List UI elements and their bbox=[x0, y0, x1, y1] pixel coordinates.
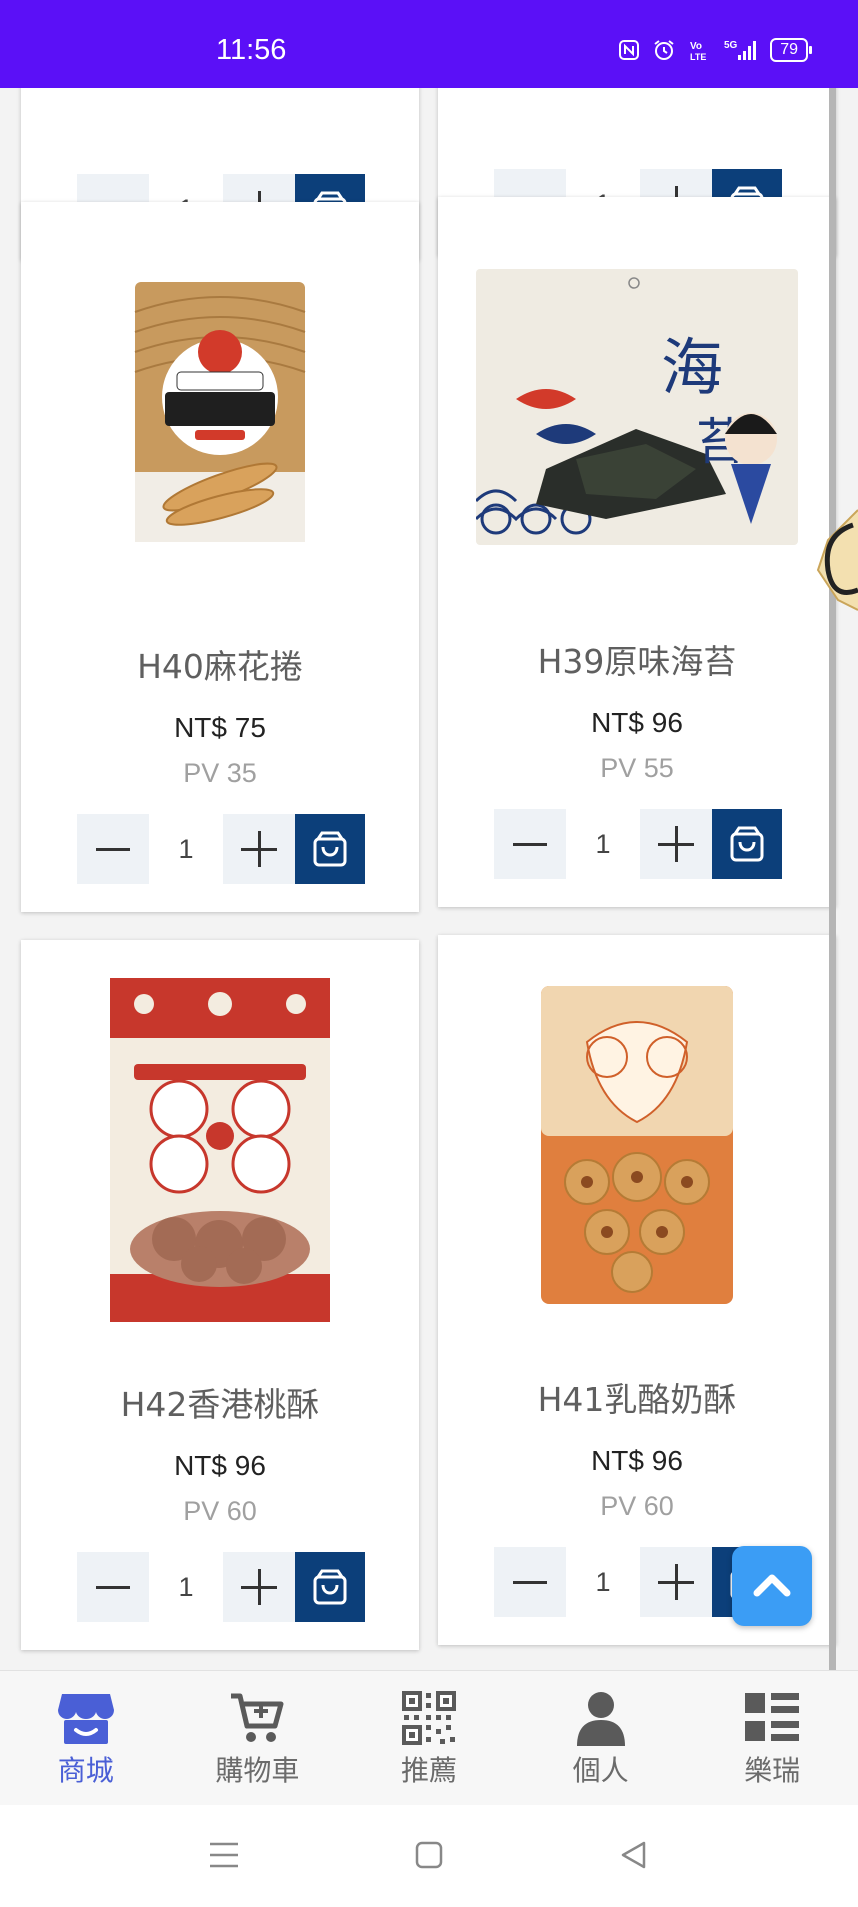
plus-icon bbox=[257, 1569, 261, 1605]
product-image-walnut-cookie-icon bbox=[110, 978, 330, 1322]
product-image[interactable] bbox=[438, 935, 836, 1355]
battery-indicator: 79 bbox=[770, 38, 812, 62]
menu-icon[interactable] bbox=[204, 1835, 244, 1875]
status-bar: 11:56 Vo LTE 5G 79 bbox=[0, 0, 858, 88]
scrollbar[interactable] bbox=[829, 88, 836, 1670]
product-pv: PV 55 bbox=[600, 753, 674, 783]
product-price: NT$ 96 bbox=[591, 707, 683, 738]
nav-item-recommend[interactable]: 推薦 bbox=[343, 1671, 515, 1805]
nav-label: 購物車 bbox=[215, 1754, 300, 1787]
add-to-cart-button[interactable] bbox=[295, 814, 365, 884]
scroll-to-top-button[interactable] bbox=[732, 1546, 812, 1626]
product-price: NT$ 96 bbox=[591, 1445, 683, 1476]
paperclip-icon[interactable] bbox=[808, 500, 858, 620]
product-name[interactable]: H40麻花捲 bbox=[21, 640, 419, 688]
product-price: NT$ 96 bbox=[174, 1450, 266, 1481]
nav-item-lerui[interactable]: 樂瑞 bbox=[686, 1671, 858, 1805]
quantity-control: 1 bbox=[77, 814, 365, 884]
plus-icon bbox=[257, 831, 261, 867]
minus-icon bbox=[96, 1585, 130, 1589]
product-image-cheese-cookie-icon bbox=[541, 986, 733, 1304]
product-image[interactable]: 海 苔 bbox=[438, 197, 836, 617]
product-card[interactable]: H41乳酪奶酥 NT$ 96 PV 60 1 bbox=[438, 935, 836, 1645]
increase-button[interactable] bbox=[223, 1552, 295, 1622]
quantity-value[interactable]: 1 bbox=[149, 814, 223, 884]
quantity-value[interactable]: 1 bbox=[566, 809, 640, 879]
product-card[interactable]: 海 苔 H39原味海苔 NT$ 96 PV 55 1 bbox=[438, 197, 836, 907]
decrease-button[interactable] bbox=[494, 1547, 566, 1617]
chevron-up-icon bbox=[753, 1574, 791, 1597]
minus-icon bbox=[513, 1580, 547, 1584]
home-icon[interactable] bbox=[409, 1835, 449, 1875]
product-image[interactable] bbox=[21, 202, 419, 622]
alarm-icon bbox=[654, 40, 674, 60]
product-pv: PV 60 bbox=[600, 1491, 674, 1521]
product-card[interactable]: H42香港桃酥 NT$ 96 PV 60 1 bbox=[21, 940, 419, 1650]
status-icons: Vo LTE 5G 79 bbox=[618, 38, 812, 62]
5g-signal-icon: 5G bbox=[724, 40, 757, 60]
plus-icon bbox=[674, 1564, 678, 1600]
volte-icon: VoLTE bbox=[690, 41, 706, 62]
store-icon bbox=[56, 1689, 116, 1747]
svg-text:5G: 5G bbox=[724, 40, 738, 51]
product-price: NT$ 75 bbox=[174, 712, 266, 743]
nav-label: 商城 bbox=[57, 1754, 114, 1787]
quantity-value[interactable]: 1 bbox=[149, 1552, 223, 1622]
grid-list-icon bbox=[742, 1689, 802, 1747]
shopping-bag-icon bbox=[313, 831, 347, 867]
increase-button[interactable] bbox=[640, 809, 712, 879]
product-name[interactable]: H39原味海苔 bbox=[438, 635, 836, 683]
product-image[interactable] bbox=[21, 940, 419, 1360]
nfc-icon bbox=[619, 40, 640, 60]
svg-text:海: 海 bbox=[661, 331, 723, 404]
decrease-button[interactable] bbox=[77, 814, 149, 884]
decrease-button[interactable] bbox=[77, 1552, 149, 1622]
product-card[interactable]: H40麻花捲 NT$ 75 PV 35 1 bbox=[21, 202, 419, 912]
qr-code-icon bbox=[399, 1689, 459, 1747]
nav-label: 樂瑞 bbox=[744, 1754, 801, 1787]
svg-text:LTE: LTE bbox=[690, 52, 706, 62]
increase-button[interactable] bbox=[223, 814, 295, 884]
product-name[interactable]: H41乳酪奶酥 bbox=[438, 1373, 836, 1421]
product-image-seaweed-icon: 海 苔 bbox=[476, 269, 798, 545]
product-pv: PV 60 bbox=[183, 1496, 257, 1526]
system-navigation-bar bbox=[0, 1805, 858, 1907]
minus-icon bbox=[96, 847, 130, 851]
nav-item-profile[interactable]: 個人 bbox=[515, 1671, 687, 1805]
svg-text:Vo: Vo bbox=[690, 41, 702, 52]
decrease-button[interactable] bbox=[494, 809, 566, 879]
product-grid[interactable]: 1 1 bbox=[0, 88, 858, 1670]
add-to-cart-button[interactable] bbox=[712, 809, 782, 879]
nav-item-store[interactable]: 商城 bbox=[0, 1671, 172, 1805]
nav-label: 個人 bbox=[572, 1754, 629, 1787]
product-pv: PV 35 bbox=[183, 758, 257, 788]
nav-label: 推薦 bbox=[400, 1754, 457, 1787]
quantity-control: 1 bbox=[77, 1552, 365, 1622]
shopping-bag-icon bbox=[730, 826, 764, 862]
quantity-value[interactable]: 1 bbox=[566, 1547, 640, 1617]
nav-item-cart[interactable]: 購物車 bbox=[172, 1671, 344, 1805]
minus-icon bbox=[513, 842, 547, 846]
product-image-mahua-icon bbox=[134, 282, 306, 542]
status-time: 11:56 bbox=[216, 34, 287, 66]
product-name[interactable]: H42香港桃酥 bbox=[21, 1378, 419, 1426]
shopping-bag-icon bbox=[313, 1569, 347, 1605]
bottom-navigation: 商城 購物車 推薦 個人 樂瑞 bbox=[0, 1670, 858, 1805]
plus-icon bbox=[674, 826, 678, 862]
person-icon bbox=[571, 1689, 631, 1747]
cart-icon bbox=[227, 1689, 287, 1747]
back-icon[interactable] bbox=[614, 1835, 654, 1875]
add-to-cart-button[interactable] bbox=[295, 1552, 365, 1622]
quantity-control: 1 bbox=[494, 809, 782, 879]
increase-button[interactable] bbox=[640, 1547, 712, 1617]
